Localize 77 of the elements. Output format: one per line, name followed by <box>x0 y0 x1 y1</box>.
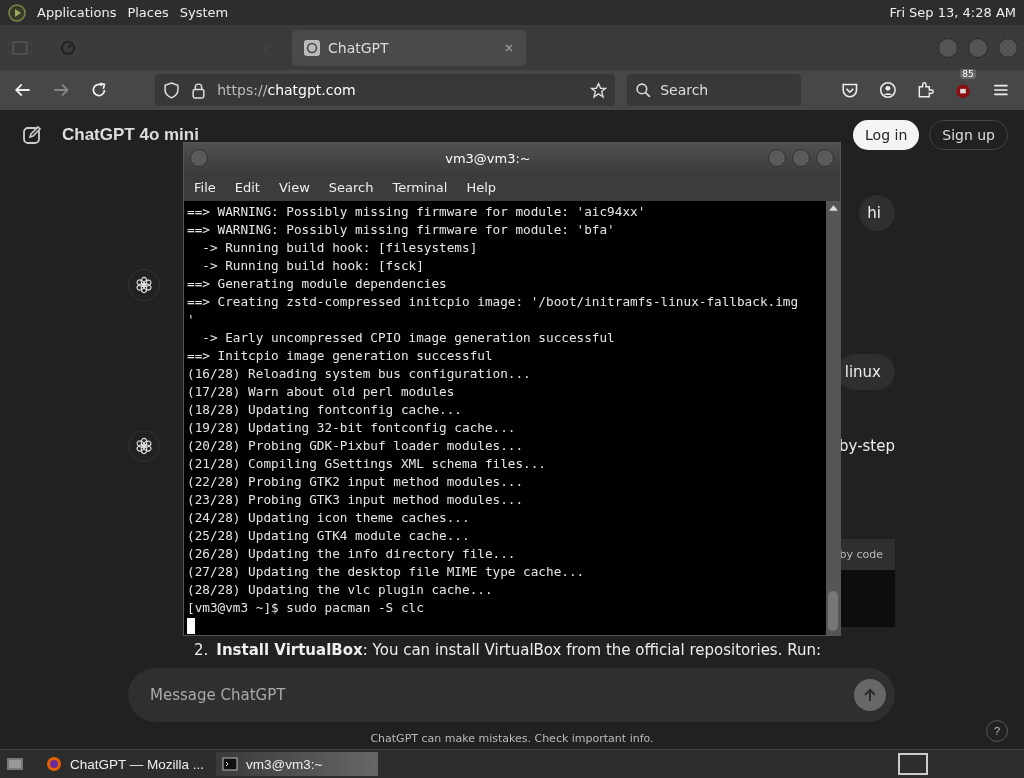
gauge-icon <box>60 39 76 56</box>
terminal-line: -> Running build hook: [fsck] <box>201 257 425 275</box>
terminal-line: ==> WARNING: Possibly missing firmware for module: 'bfa' <box>187 221 616 239</box>
workspace-switcher[interactable] <box>898 753 928 775</box>
user-message: hi <box>859 195 895 231</box>
forward-icon[interactable] <box>51 81 70 99</box>
terminal-line: (18/28) Updating fontconfig cache... <box>187 401 463 419</box>
panel-menu[interactable]: Places <box>127 5 169 20</box>
terminal-line: (19/28) Updating 32-bit fontconfig cache... <box>187 419 517 437</box>
signup-button[interactable]: Sign up <box>929 120 1008 150</box>
taskbar-item[interactable]: ChatGPT — Mozilla ... <box>40 752 211 776</box>
panel-menu[interactable]: Applications <box>37 5 117 20</box>
terminal-line: [vm3@vm3 ~]$ sudo pacman -S clc <box>187 599 425 617</box>
terminal-line: ==> Creating zstd-compressed initcpio image: '/boot/initramfs-linux-fallback.img <box>187 293 800 311</box>
terminal-line: (28/28) Updating the vlc plugin cache... <box>187 581 494 599</box>
scroll-thumb[interactable] <box>828 591 838 631</box>
terminal-line: (16/28) Reloading system bus configuration... <box>187 365 532 383</box>
window-title: vm3@vm3:~ <box>444 150 532 166</box>
taskbar-item[interactable]: vm3@vm3:~ <box>216 752 379 776</box>
disclaimer: ChatGPT can make mistakes. Check important info. <box>370 732 654 745</box>
account-icon[interactable] <box>878 81 897 99</box>
terminal-line: (24/28) Updating icon theme caches... <box>187 509 471 527</box>
text-cursor <box>187 618 195 634</box>
new-chat-icon[interactable] <box>22 125 42 145</box>
terminal-menu[interactable]: Edit <box>234 179 260 195</box>
tab-favicon-icon <box>304 39 320 56</box>
terminal-line: (22/28) Probing GTK2 input method modules... <box>187 473 525 491</box>
terminal-line: (20/28) Probing GDK-Pixbuf loader modules... <box>187 437 525 455</box>
scroll-up-icon[interactable] <box>828 205 838 211</box>
shield-icon[interactable] <box>163 81 181 99</box>
terminal-menu[interactable]: Search <box>328 179 374 195</box>
distro-logo-icon[interactable] <box>8 3 26 22</box>
reload-icon[interactable] <box>89 81 108 99</box>
terminal-line: (21/28) Compiling GSettings XML schema files... <box>187 455 547 473</box>
count-badge: 85 <box>960 69 976 79</box>
terminal-menu[interactable]: File <box>194 179 216 195</box>
arrow-up-icon <box>862 687 878 703</box>
terminal-line: ==> WARNING: Possibly missing firmware for module: 'aic94xx' <box>187 203 647 221</box>
browser-icon <box>46 756 62 772</box>
search-icon <box>635 81 653 99</box>
clock: Fri Sep 13, 4:28 AM <box>889 5 1016 20</box>
show-desktop-icon[interactable] <box>6 756 24 772</box>
model-selector[interactable]: ChatGPT 4o mini <box>62 125 199 145</box>
lock-icon[interactable] <box>190 81 208 99</box>
list-number: 2. <box>194 641 209 659</box>
terminal-line: ==> Initcpio image generation successful <box>187 347 494 365</box>
scrollbar[interactable] <box>826 201 840 635</box>
terminal-line: (17/28) Warn about old perl modules <box>187 383 456 401</box>
login-button[interactable]: Log in <box>853 120 920 150</box>
url-text: https://chatgpt.com <box>217 82 356 98</box>
extension-icon[interactable] <box>954 81 973 99</box>
terminal-menu[interactable]: Help <box>466 179 497 195</box>
list-text: Install VirtualBox: You can install VirtualBox from the official repositories. Run: <box>216 641 822 659</box>
terminal-menu[interactable]: Terminal <box>392 179 448 195</box>
terminal-line: (25/28) Updating GTK4 module cache... <box>187 527 471 545</box>
send-button[interactable] <box>854 679 886 711</box>
search-field[interactable]: Search <box>627 74 801 106</box>
terminal-line: (23/28) Probing GTK3 input method modules... <box>187 491 525 509</box>
terminal-line: ' <box>187 311 196 329</box>
terminal-line: (27/28) Updating the desktop file MIME type cache... <box>187 563 586 581</box>
terminal-line: -> Early uncompressed CPIO image generation successful <box>201 329 616 347</box>
close-icon[interactable] <box>504 42 514 53</box>
code-label: by code <box>839 548 883 561</box>
message-input[interactable]: Message ChatGPT <box>128 668 895 722</box>
terminal-menu[interactable]: View <box>278 179 310 195</box>
puzzle-icon[interactable] <box>916 81 935 99</box>
pocket-icon[interactable] <box>840 81 859 99</box>
panel-menu[interactable]: System <box>179 5 229 20</box>
address-bar[interactable]: https://chatgpt.com <box>155 74 616 106</box>
terminal-line: -> Running build hook: [filesystems] <box>201 239 479 257</box>
terminal-line: ==> Generating module dependencies <box>187 275 448 293</box>
back-icon[interactable] <box>14 81 32 99</box>
star-icon[interactable] <box>590 81 608 99</box>
browser-tab[interactable]: ChatGPT <box>292 29 526 66</box>
terminal-line: (26/28) Updating the info directory file... <box>187 545 517 563</box>
help-button[interactable]: ? <box>986 720 1008 742</box>
terminal-icon <box>222 756 239 772</box>
